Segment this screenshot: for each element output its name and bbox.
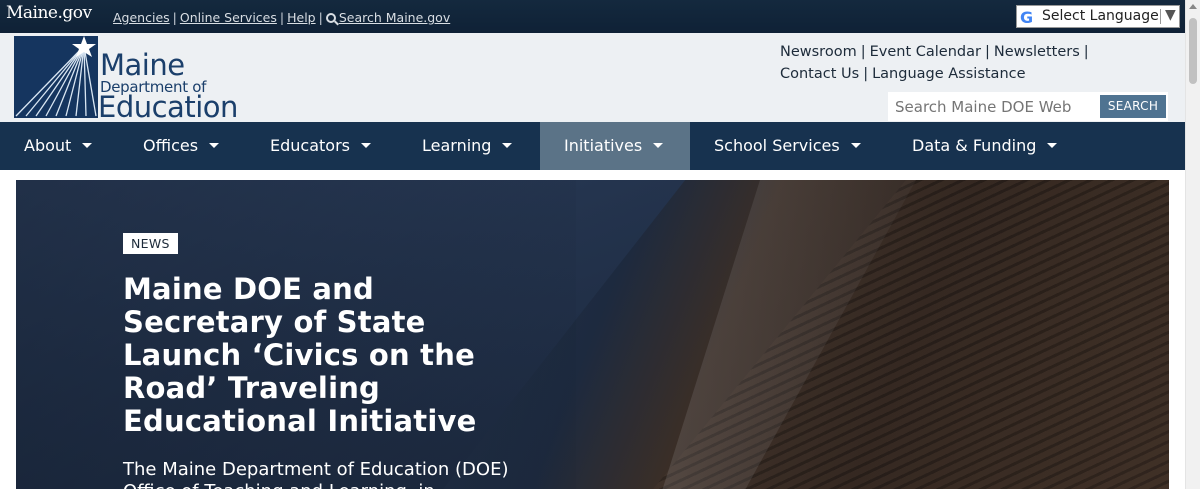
help-link[interactable]: Help xyxy=(287,10,316,25)
logo-text-education: Education xyxy=(98,90,238,124)
language-assistance-link[interactable]: Language Assistance xyxy=(872,66,1025,82)
google-g-icon: G xyxy=(1020,8,1034,27)
agencies-link[interactable]: Agencies xyxy=(113,10,170,25)
caret-down-icon xyxy=(360,143,371,148)
contact-us-link[interactable]: Contact Us xyxy=(780,66,859,82)
site-search: SEARCH xyxy=(888,92,1168,121)
maine-doe-logo[interactable]: Maine Department of Education xyxy=(14,36,254,124)
search-input[interactable] xyxy=(888,92,1100,121)
nav-item-offices[interactable]: Offices xyxy=(143,122,220,170)
logo-text-maine: Maine xyxy=(100,48,185,82)
state-bar: Maine.gov Agencies | Online Services | Help |… xyxy=(0,0,1185,33)
maine-gov-logo[interactable]: Maine.gov xyxy=(6,3,92,23)
nav-item-about[interactable]: About xyxy=(24,122,93,170)
news-tag: NEWS xyxy=(123,233,178,254)
caret-down-icon xyxy=(1047,143,1058,148)
scroll-up-icon[interactable] xyxy=(1189,4,1197,9)
main-nav: About Offices Educators Learning Initiat… xyxy=(0,122,1185,170)
search-button[interactable]: SEARCH xyxy=(1100,95,1166,118)
nav-item-learning[interactable]: Learning xyxy=(422,122,513,170)
nav-item-school-services[interactable]: School Services xyxy=(714,122,861,170)
caret-down-icon xyxy=(209,143,220,148)
star-rays-logo-icon xyxy=(14,36,98,118)
online-services-link[interactable]: Online Services xyxy=(180,10,277,25)
hero-headline[interactable]: Maine DOE and Secretary of State Launch … xyxy=(123,273,523,438)
page-scrollbar[interactable] xyxy=(1185,0,1200,489)
nav-item-educators[interactable]: Educators xyxy=(270,122,371,170)
nav-item-data-funding[interactable]: Data & Funding xyxy=(912,122,1058,170)
site-header: Maine Department of Education Newsroom | E… xyxy=(0,33,1185,124)
nav-item-initiatives[interactable]: Initiatives xyxy=(540,122,690,170)
search-icon xyxy=(325,13,336,23)
newsletters-link[interactable]: Newsletters xyxy=(994,44,1080,60)
scrollbar-thumb[interactable] xyxy=(1189,18,1197,84)
event-calendar-link[interactable]: Event Calendar xyxy=(870,44,981,60)
state-links: Agencies | Online Services | Help | Search Mai… xyxy=(113,10,451,25)
caret-down-icon xyxy=(502,143,513,148)
hero-summary: The Maine Department of Education (DOE) … xyxy=(123,459,509,489)
hero-banner[interactable]: NEWS Maine DOE and Secretary of State La… xyxy=(16,180,1169,489)
caret-down-icon xyxy=(850,143,861,148)
utility-links: Newsroom | Event Calendar | Newsletters | Con… xyxy=(780,44,1089,82)
chevron-down-icon: ▼ xyxy=(1165,7,1176,23)
language-select-label: Select Language xyxy=(1042,8,1159,24)
search-maine-gov-link[interactable]: Search Maine.gov xyxy=(325,10,450,25)
newsroom-link[interactable]: Newsroom xyxy=(780,44,857,60)
caret-down-icon xyxy=(82,143,93,148)
caret-down-icon xyxy=(653,143,664,148)
language-select[interactable]: G Select Language ▼ xyxy=(1016,5,1180,28)
